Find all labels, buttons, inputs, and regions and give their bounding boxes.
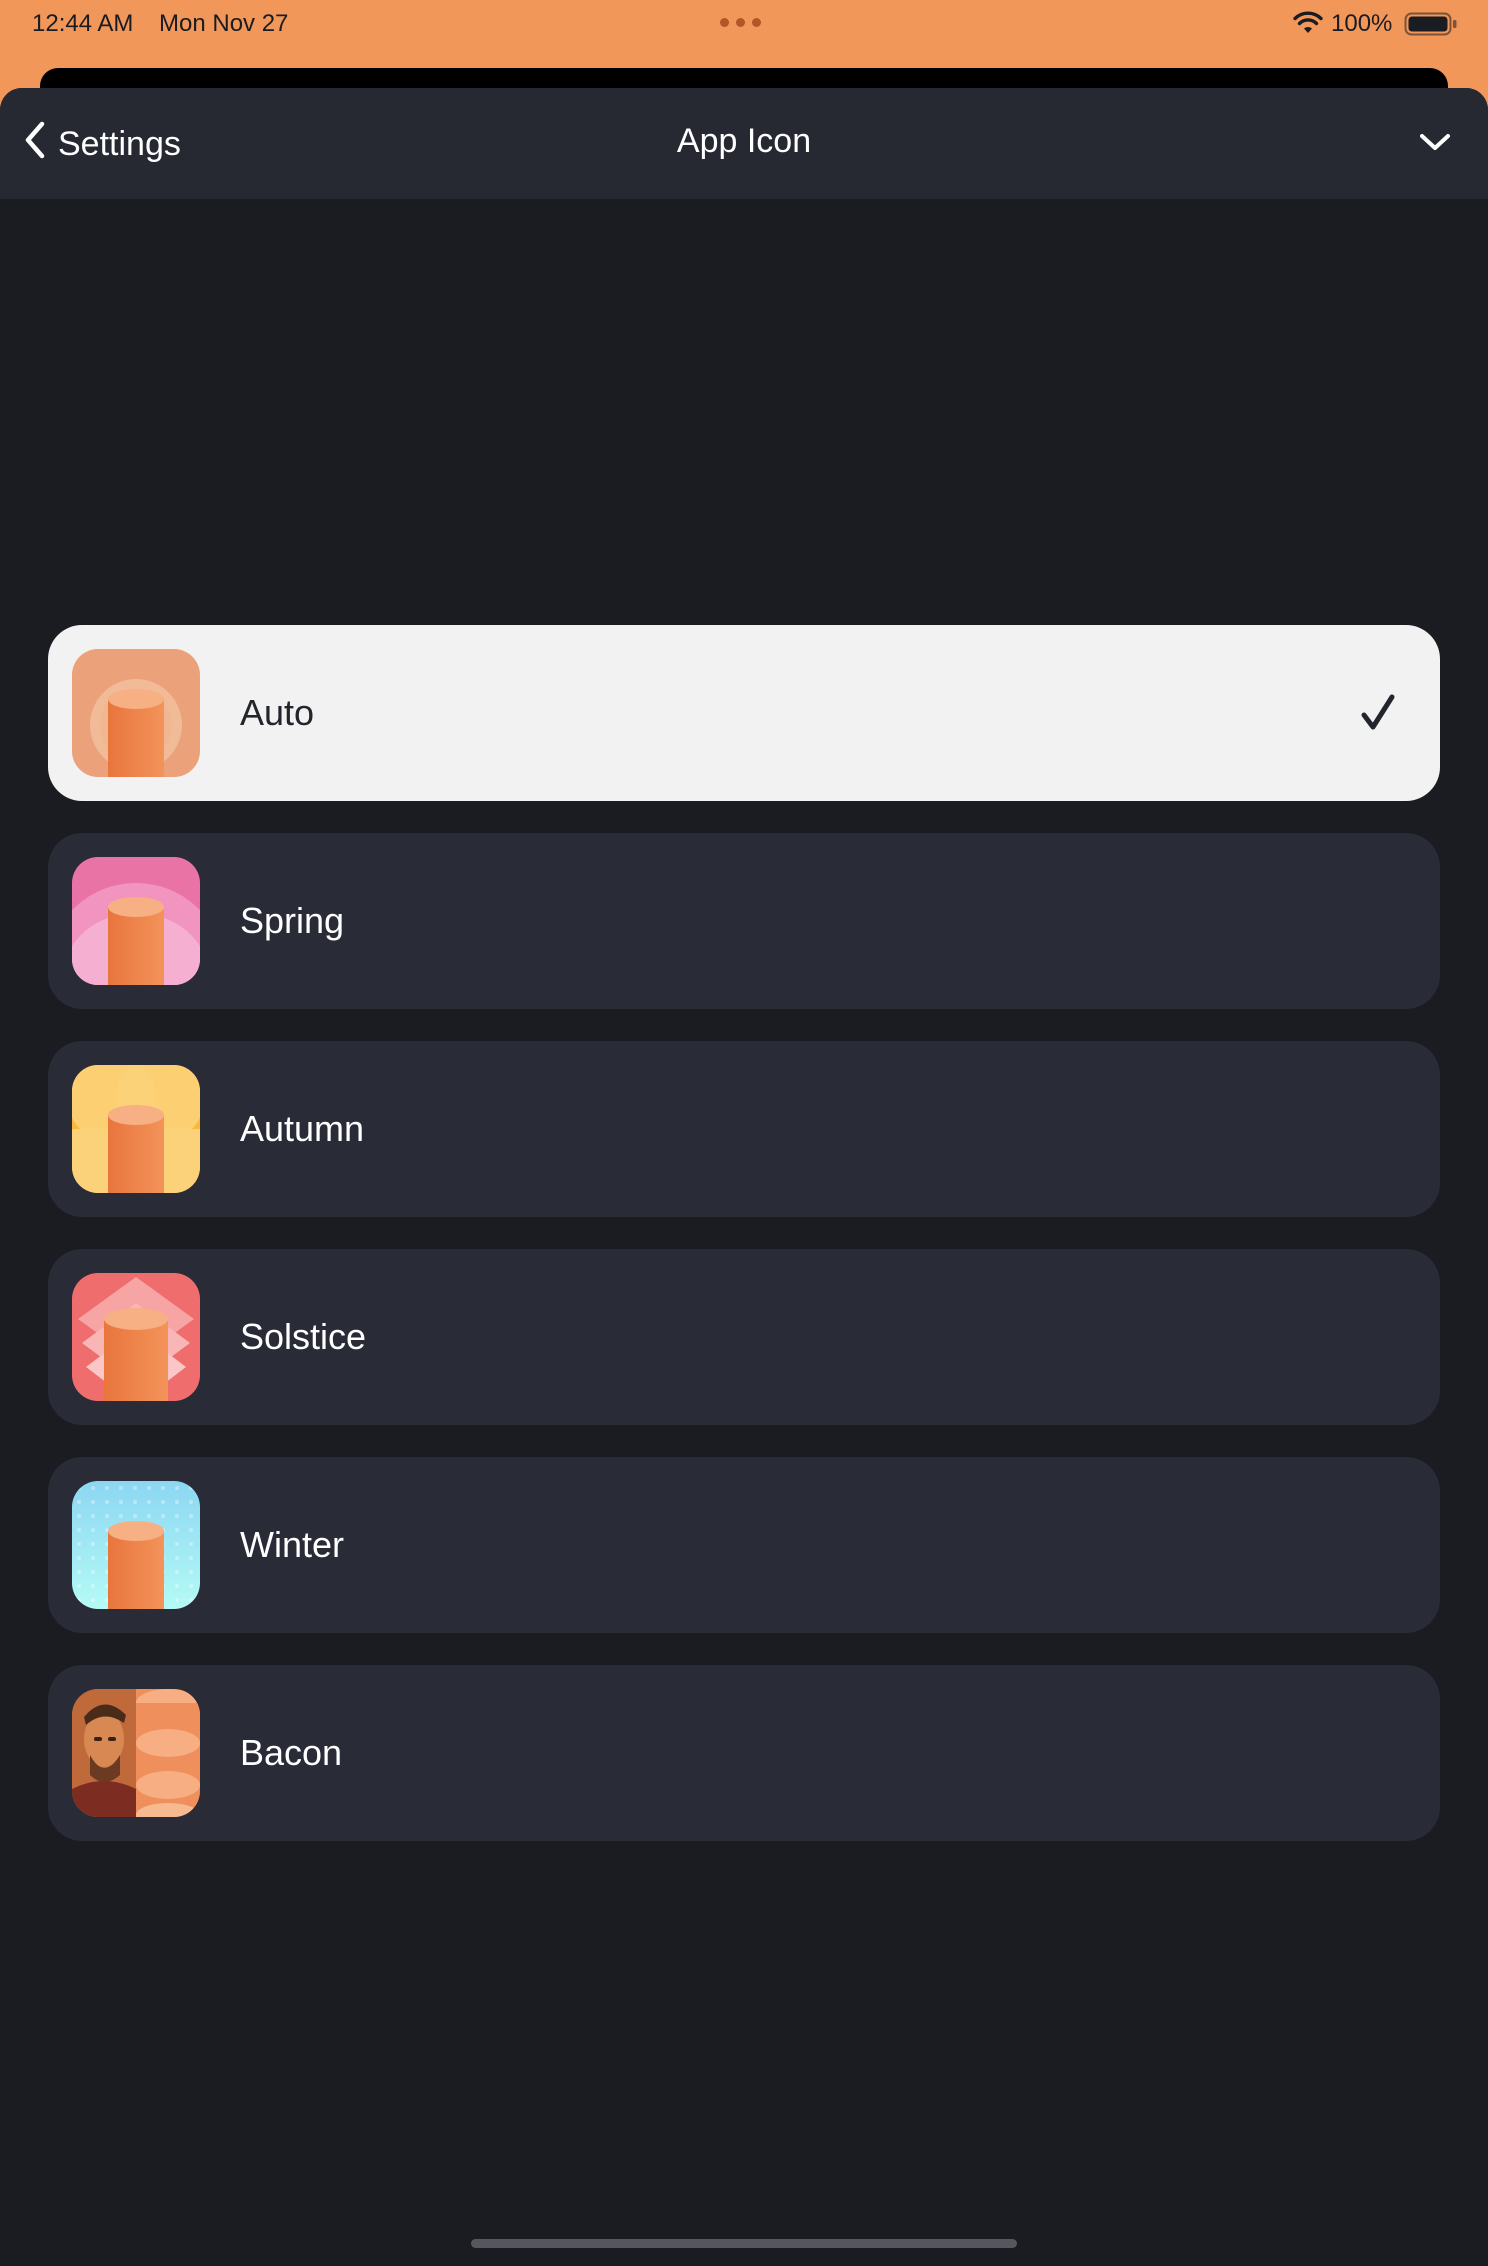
icon-option-winter[interactable]: Winter <box>48 1457 1440 1633</box>
bacon-app-icon <box>72 1689 200 1817</box>
page-title: App Icon <box>676 122 812 160</box>
settings-sheet: Settings App Icon Auto Spring Autumn Sol… <box>0 88 1488 2266</box>
icon-option-autumn[interactable]: Autumn <box>48 1041 1440 1217</box>
icon-option-label: Autumn <box>240 1108 365 1149</box>
home-indicator[interactable] <box>471 2239 1017 2248</box>
wifi-icon <box>1292 11 1324 42</box>
icon-option-auto[interactable]: Auto <box>48 625 1440 801</box>
icon-option-label: Solstice <box>240 1316 367 1357</box>
icon-option-bacon[interactable]: Bacon <box>48 1665 1440 1841</box>
status-time: 12:44 AM <box>32 10 134 37</box>
status-date: Mon Nov 27 <box>159 10 289 37</box>
icon-option-solstice[interactable]: Solstice <box>48 1249 1440 1425</box>
navigation-bar: Settings App Icon <box>0 88 1488 199</box>
autumn-app-icon <box>72 1065 200 1193</box>
status-bar: 12:44 AM Mon Nov 27 100% <box>0 0 1488 50</box>
icon-option-label: Spring <box>240 900 345 941</box>
spring-app-icon <box>72 857 200 985</box>
icon-option-label: Bacon <box>240 1732 343 1773</box>
solstice-app-icon <box>72 1273 200 1401</box>
battery-percentage: 100% <box>1331 10 1393 37</box>
icon-option-label: Auto <box>240 692 315 733</box>
checkmark-icon <box>1360 693 1396 733</box>
dismiss-button[interactable] <box>1410 124 1460 164</box>
winter-app-icon <box>72 1481 200 1609</box>
battery-icon <box>1404 12 1458 43</box>
app-icon-list: Auto Spring Autumn Solstice Winter Bacon <box>48 625 1440 1873</box>
icon-option-label: Winter <box>240 1524 345 1565</box>
icon-option-spring[interactable]: Spring <box>48 833 1440 1009</box>
multitasking-dots-icon[interactable] <box>720 18 761 27</box>
chevron-down-icon <box>1419 132 1451 157</box>
auto-app-icon <box>72 649 200 777</box>
